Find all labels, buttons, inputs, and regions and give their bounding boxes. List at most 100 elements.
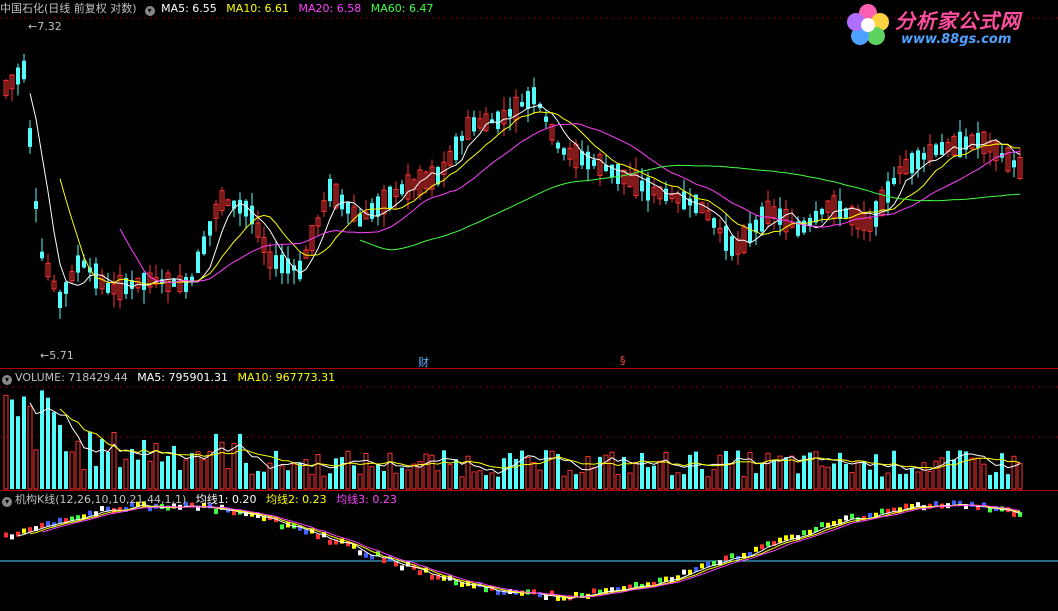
price-candle-down: [496, 111, 500, 130]
price-candle-down: [388, 186, 392, 209]
indicator-legend: ▾ 机构K线(12,26,10,10,21,44,1,1) 均线1: 0.20 均…: [0, 491, 403, 509]
volume-bar-down: [784, 457, 788, 489]
volume-bar-up: [183, 459, 189, 490]
price-candle-down: [472, 117, 476, 132]
indicator-candle: [40, 522, 44, 528]
volume-bar-down: [46, 397, 50, 489]
volume-bar-down: [454, 459, 458, 489]
volume-bar-down: [172, 445, 176, 489]
volume-bar-up: [69, 451, 75, 490]
volume-bar-down: [520, 450, 524, 489]
price-candle-down: [778, 208, 782, 225]
volume-bar-up: [975, 457, 981, 490]
volume-bar-down: [94, 465, 98, 489]
price-candle-down: [760, 206, 764, 232]
logo-url-text: www.88gs.com: [901, 32, 1012, 47]
indicator-candle: [418, 570, 422, 576]
volume-bar-down: [118, 467, 122, 489]
volume-label: VOLUME: 718429.44: [15, 371, 128, 384]
volume-pane[interactable]: ▾ VOLUME: 718429.44 MA5: 795901.31 MA10: …: [0, 369, 1058, 490]
volume-bar-up: [615, 474, 621, 490]
volume-bar-up: [537, 469, 543, 490]
indicator-line1-label: 均线1: 0.20: [195, 493, 257, 506]
chevron-down-icon[interactable]: ▾: [2, 375, 12, 385]
indicator-candle: [952, 500, 956, 506]
volume-bar-down: [52, 412, 56, 489]
price-candle-down: [76, 255, 80, 273]
volume-bar-down: [544, 450, 548, 489]
volume-bar-up: [321, 475, 327, 490]
price-candle-down: [724, 225, 728, 251]
price-candle-down: [376, 196, 380, 217]
price-candle-down: [238, 199, 242, 214]
volume-bar-up: [729, 463, 735, 490]
volume-bar-up: [357, 473, 363, 490]
volume-bar-up: [111, 432, 117, 490]
price-pane[interactable]: 中国石化(日线 前复权 对数) ▾ MA5: 6.55 MA10: 6.61 MA…: [0, 0, 1058, 369]
indicator-candle: [484, 587, 488, 593]
price-chart[interactable]: [0, 0, 1058, 368]
event-s-marker[interactable]: §: [620, 354, 626, 367]
volume-bar-down: [574, 474, 578, 489]
price-candle-down: [34, 201, 38, 209]
volume-bar-up: [231, 442, 237, 490]
indicator-line3: [41, 504, 1021, 598]
volume-bar-up: [531, 462, 537, 490]
volume-bar-up: [447, 464, 453, 490]
volume-bar-up: [279, 465, 285, 490]
indicator-candle: [934, 501, 938, 507]
volume-bar-down: [442, 450, 446, 489]
indicator-line3-label: 均线3: 0.23: [336, 493, 397, 506]
price-candle-down: [274, 255, 278, 269]
indicator-candle: [532, 589, 536, 595]
chevron-down-icon[interactable]: ▾: [2, 497, 12, 507]
volume-bar-down: [844, 463, 848, 489]
indicator-candle: [904, 503, 908, 509]
price-candle-down: [958, 131, 962, 158]
indicator-candle: [592, 588, 596, 594]
volume-bar-down: [832, 463, 836, 489]
ma5-line: [29, 93, 1021, 288]
volume-bar-down: [136, 459, 140, 489]
logo-brand-text: 分析家公式网: [895, 9, 1021, 33]
indicator-candle: [850, 513, 854, 519]
volume-bar-up: [627, 472, 633, 490]
volume-bar-down: [904, 473, 908, 489]
volume-bar-up: [633, 461, 639, 490]
indicator-candle: [754, 546, 758, 552]
volume-bar-up: [717, 454, 723, 490]
price-candle-down: [82, 260, 86, 268]
price-candle-down: [910, 153, 914, 174]
volume-bar-down: [382, 470, 386, 489]
volume-bar-down: [178, 469, 182, 489]
volume-bar-down: [142, 439, 146, 489]
ma10-label: MA10: 6.61: [226, 2, 290, 15]
indicator-candle: [22, 528, 26, 534]
chevron-down-icon[interactable]: ▾: [144, 6, 155, 16]
low-price-label: ←5.71: [40, 349, 74, 362]
volume-bar-up: [981, 463, 987, 490]
indicator-candle: [634, 581, 638, 587]
volume-chart[interactable]: [0, 369, 1058, 490]
indicator-chart[interactable]: [0, 491, 1058, 611]
indicator-candle: [880, 508, 884, 514]
price-candle-down: [64, 282, 68, 294]
volume-bar-up: [711, 469, 717, 490]
price-candle-down: [28, 128, 32, 147]
indicator-pane[interactable]: ▾ 机构K线(12,26,10,10,21,44,1,1) 均线1: 0.20 均…: [0, 491, 1058, 611]
indicator-candle: [382, 558, 386, 564]
volume-bar-down: [334, 458, 338, 489]
volume-bar-down: [598, 456, 602, 489]
volume-bar-up: [345, 450, 351, 490]
volume-bar-down: [796, 473, 800, 489]
volume-bar-down: [772, 460, 776, 489]
indicator-candle: [778, 537, 782, 543]
volume-bar-down: [910, 468, 914, 489]
price-candle-down: [940, 142, 944, 155]
site-logo: 分析家公式网 www.88gs.com: [845, 0, 1050, 54]
volume-bar-up: [591, 467, 597, 490]
volume-bar-down: [352, 465, 356, 489]
price-candle-down: [802, 220, 806, 233]
indicator-candle: [658, 577, 662, 583]
volume-bar-down: [622, 456, 626, 489]
